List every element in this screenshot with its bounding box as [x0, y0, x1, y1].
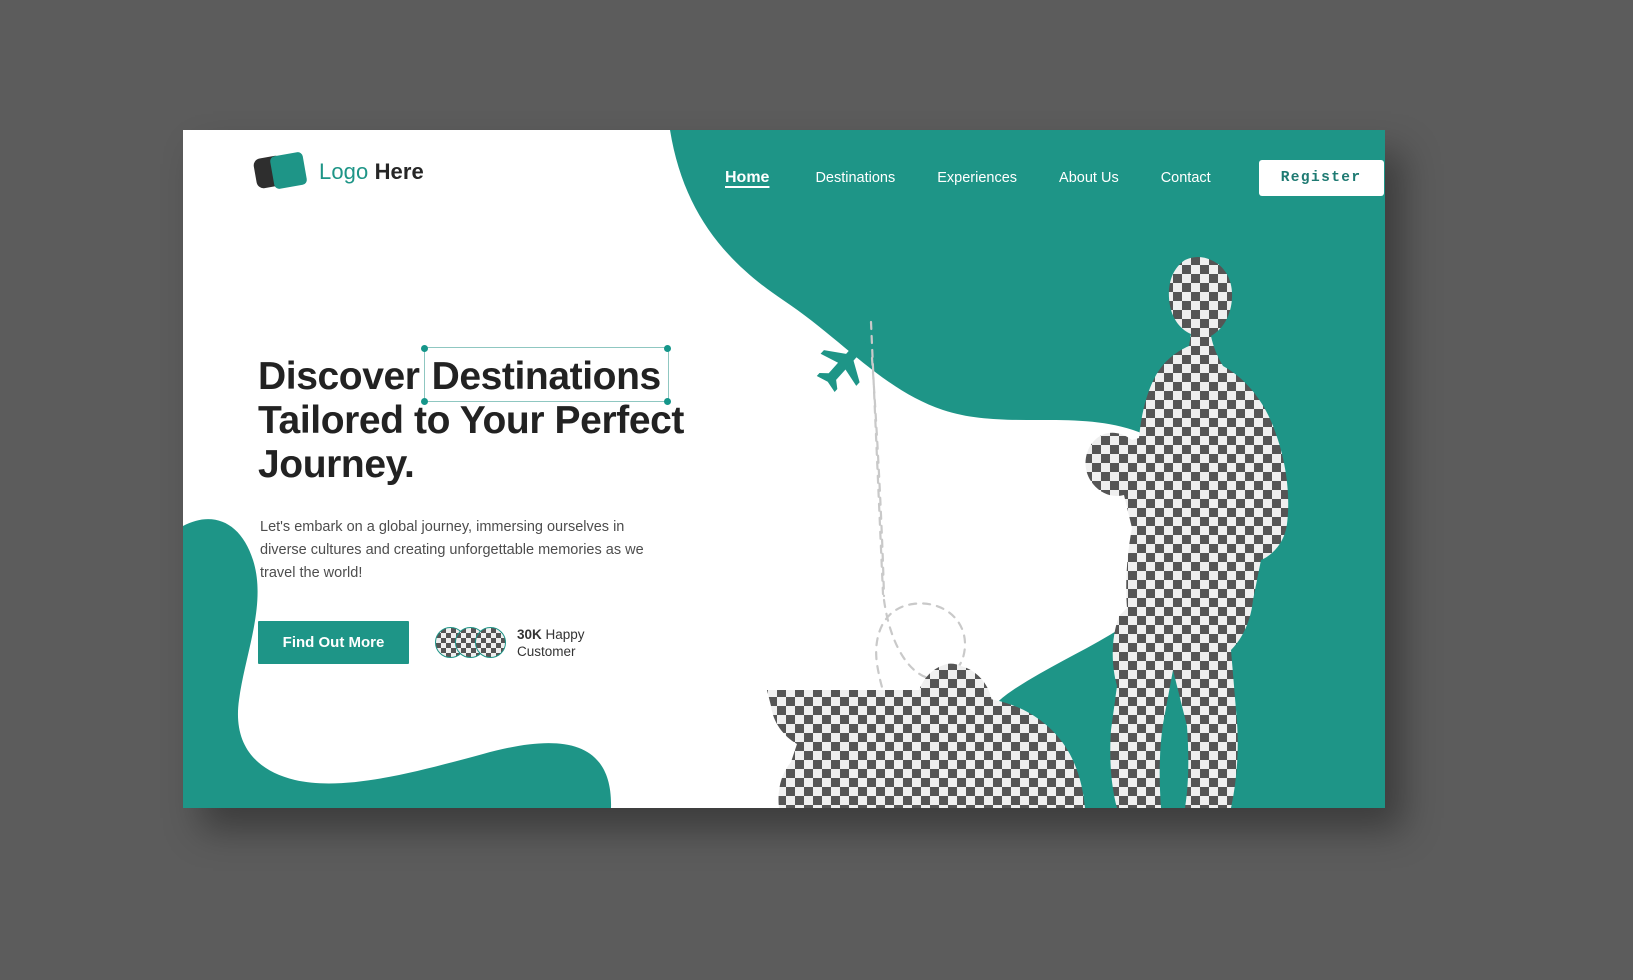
landing-page-artboard: Logo Here Home Destinations Experiences … — [183, 130, 1385, 808]
avatar-group — [435, 627, 506, 658]
brand-name-first: Logo — [319, 159, 369, 184]
hero-section: Discover Destinations Tailored to Your Per… — [258, 344, 728, 664]
customer-count-label: 30K Happy Customer — [517, 626, 585, 660]
nav-item-home[interactable]: Home — [723, 165, 771, 191]
page-title: Discover Destinations Tailored to Your Per… — [258, 344, 728, 487]
headline-selected-word: Destinations — [431, 355, 662, 398]
register-button[interactable]: Register — [1258, 160, 1384, 196]
hero-description: Let's embark on a global journey, immers… — [260, 519, 644, 581]
brand-name: Logo Here — [319, 159, 424, 185]
brand-name-second: Here — [374, 159, 424, 184]
overlapping-squares-logo-icon — [252, 151, 308, 192]
logo-square-teal — [269, 151, 308, 190]
editor-canvas: Logo Here Home Destinations Experiences … — [0, 0, 1633, 980]
customer-label-line-2: Customer — [517, 643, 576, 659]
customer-count-value: 30K — [517, 626, 542, 642]
site-header: Logo Here Home Destinations Experiences … — [183, 130, 1385, 240]
happy-customers-widget: 30K Happy Customer — [435, 626, 585, 660]
headline-part-2: Tailored to Your Perfect Journey. — [258, 399, 684, 486]
selected-text-node[interactable]: Destinations — [421, 344, 672, 405]
hero-cta-row: Find Out More 30K Happy Customer — [258, 621, 728, 664]
nav-item-destinations[interactable]: Destinations — [813, 166, 897, 190]
headline-part-1: Discover — [258, 355, 420, 398]
main-navigation: Home Destinations Experiences About Us C… — [723, 160, 1384, 196]
checkerboard-avatar-icon — [475, 627, 506, 658]
nav-item-contact[interactable]: Contact — [1159, 166, 1213, 190]
customer-label-line-1: Happy — [541, 626, 585, 642]
nav-item-experiences[interactable]: Experiences — [935, 166, 1019, 190]
nav-item-about-us[interactable]: About Us — [1057, 166, 1121, 190]
brand-logo[interactable]: Logo Here — [252, 151, 424, 192]
find-out-more-button[interactable]: Find Out More — [258, 621, 409, 664]
